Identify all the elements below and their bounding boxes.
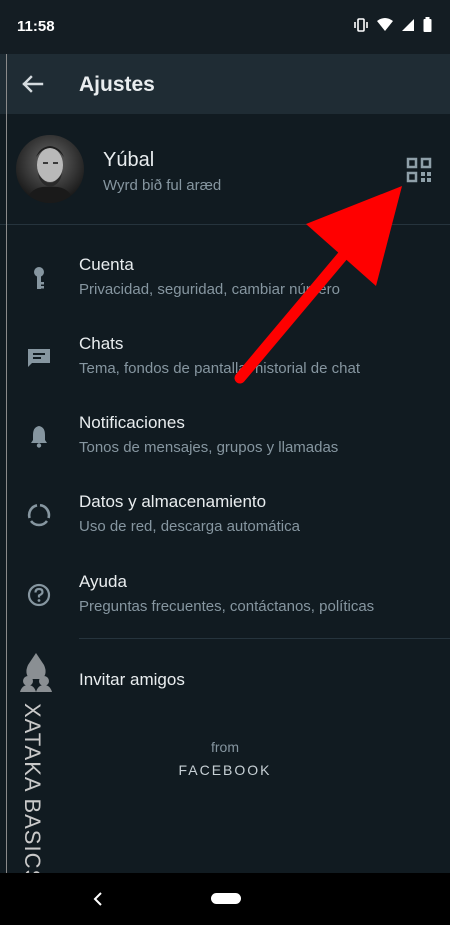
help-icon — [27, 583, 51, 607]
battery-icon — [423, 17, 432, 32]
menu-item-subtitle: Uso de red, descarga automática — [79, 518, 300, 535]
signal-icon — [402, 18, 414, 31]
avatar[interactable] — [16, 135, 84, 203]
menu-item-datos[interactable]: Datos y almacenamiento Uso de red, desca… — [0, 480, 450, 558]
menu-item-title: Ayuda — [79, 572, 127, 591]
menu-item-ayuda[interactable]: Ayuda Preguntas frecuentes, contáctanos,… — [0, 560, 450, 638]
nav-back-icon[interactable] — [90, 887, 106, 911]
menu-item-title: Datos y almacenamiento — [79, 492, 267, 511]
vibrate-icon — [354, 17, 368, 32]
bell-icon — [31, 426, 47, 448]
status-icons — [353, 17, 432, 32]
avatar-photo — [26, 146, 74, 203]
profile-name: Yúbal — [103, 149, 155, 171]
watermark-line — [6, 54, 7, 906]
wifi-icon — [377, 17, 393, 31]
menu-item-title: Chats — [79, 334, 124, 353]
divider — [79, 638, 450, 639]
back-arrow-icon[interactable] — [16, 68, 48, 100]
menu-item-title: Cuenta — [79, 255, 134, 274]
nav-home-pill[interactable] — [211, 893, 241, 904]
watermark-text: XATAKA BASICS — [20, 703, 45, 886]
key-icon — [34, 267, 44, 289]
menu-item-cuenta[interactable]: Cuenta Privacidad, seguridad, cambiar nú… — [0, 243, 450, 321]
divider — [0, 224, 450, 225]
navigation-bar — [0, 873, 450, 925]
chat-icon — [28, 349, 50, 367]
page-title: Ajustes — [79, 73, 155, 96]
menu-item-chats[interactable]: Chats Tema, fondos de pantalla, historia… — [0, 322, 450, 400]
invite-friends-row[interactable]: Invitar amigos — [0, 650, 450, 710]
invite-friends-icon — [20, 653, 52, 692]
invite-friends-label: Invitar amigos — [79, 670, 185, 689]
menu-item-subtitle: Tema, fondos de pantalla, historial de c… — [79, 360, 361, 377]
app-bar: Ajustes — [0, 54, 450, 114]
data-usage-icon — [27, 503, 51, 527]
facebook-brand: FACEBOOK — [178, 762, 272, 778]
profile-status: Wyrd bið ful aræd — [103, 177, 222, 194]
menu-item-subtitle: Privacidad, seguridad, cambiar número — [79, 281, 340, 298]
from-label: from — [211, 739, 239, 755]
watermark: XATAKA BASICS — [18, 703, 48, 889]
status-time: 11:58 — [17, 18, 55, 35]
qr-code-icon[interactable] — [406, 157, 432, 183]
menu-item-notificaciones[interactable]: Notificaciones Tonos de mensajes, grupos… — [0, 401, 450, 479]
menu-item-subtitle: Tonos de mensajes, grupos y llamadas — [79, 439, 339, 456]
menu-item-subtitle: Preguntas frecuentes, contáctanos, polít… — [79, 598, 375, 615]
menu-item-title: Notificaciones — [79, 413, 185, 432]
status-bar: 11:58 — [0, 0, 450, 54]
profile-row[interactable]: Yúbal Wyrd bið ful aræd — [0, 114, 450, 224]
